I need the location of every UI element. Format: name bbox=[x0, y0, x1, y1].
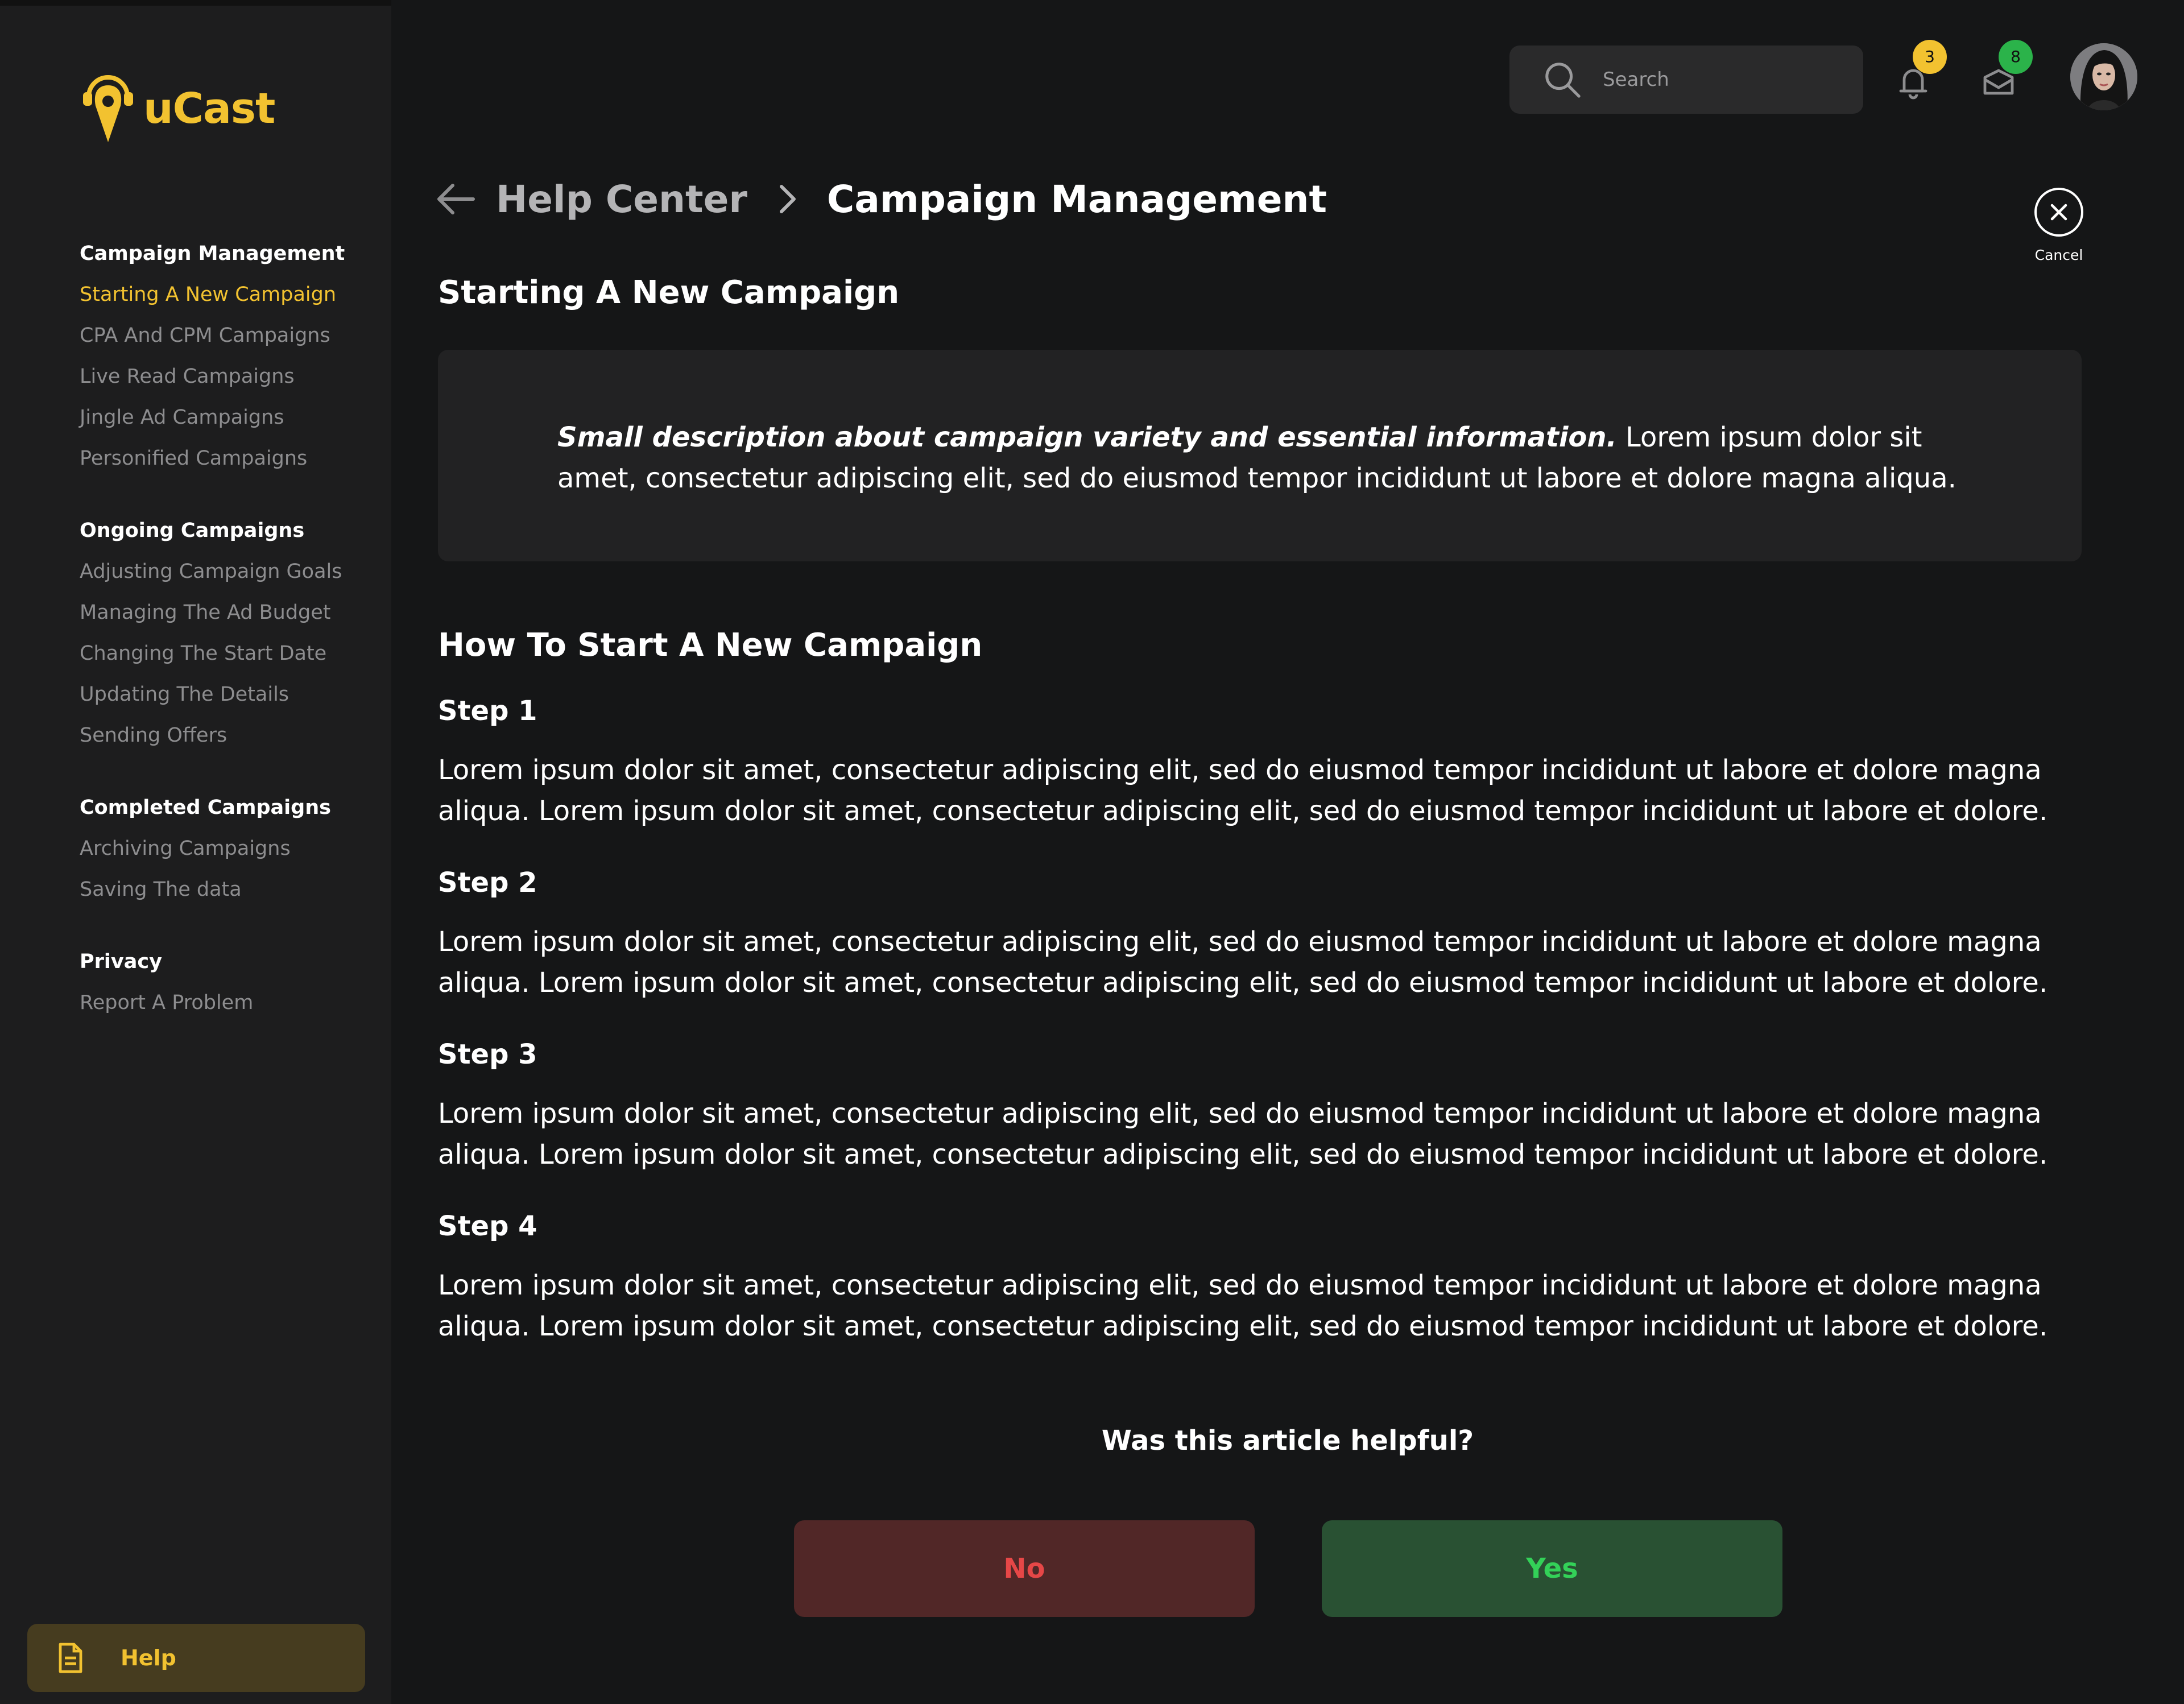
sidebar-item[interactable]: Starting A New Campaign bbox=[80, 274, 345, 315]
messages-badge: 8 bbox=[1999, 40, 2033, 74]
nav-group: Campaign Management Starting A New Campai… bbox=[80, 233, 345, 479]
notifications-badge: 3 bbox=[1913, 40, 1947, 74]
search-input[interactable]: Search bbox=[1603, 68, 1669, 91]
description-box: Small description about campaign variety… bbox=[438, 350, 2082, 561]
step-body: Lorem ipsum dolor sit amet, consectetur … bbox=[438, 926, 2048, 999]
avatar-portrait-icon bbox=[2070, 43, 2137, 110]
arrow-left-icon[interactable] bbox=[436, 182, 475, 216]
step-body: Lorem ipsum dolor sit amet, consectetur … bbox=[438, 1098, 2048, 1171]
nav-group: Ongoing Campaigns Adjusting Campaign Goal… bbox=[80, 510, 345, 756]
sidebar-item[interactable]: Archiving Campaigns bbox=[80, 828, 345, 869]
step-title: Step 2 bbox=[438, 867, 537, 899]
help-button[interactable]: Help bbox=[27, 1624, 365, 1692]
sidebar-item[interactable]: Updating The Details bbox=[80, 674, 345, 715]
sidebar-item[interactable]: Adjusting Campaign Goals bbox=[80, 551, 345, 592]
description-text: Small description about campaign variety… bbox=[557, 417, 1996, 499]
step-body: Lorem ipsum dolor sit amet, consectetur … bbox=[438, 754, 2048, 827]
nav-group: Completed Campaigns Archiving Campaigns Sa… bbox=[80, 787, 345, 910]
document-icon bbox=[59, 1643, 82, 1673]
cancel-label: Cancel bbox=[2034, 247, 2083, 263]
nav-group: Privacy Report A Problem bbox=[80, 941, 345, 1023]
nav-group-title: Ongoing Campaigns bbox=[80, 519, 305, 542]
podcast-pin-icon bbox=[83, 75, 133, 142]
search-icon bbox=[1545, 63, 1581, 98]
help-label: Help bbox=[121, 1645, 176, 1670]
chevron-right-icon bbox=[779, 185, 796, 213]
sidebar-item[interactable]: Live Read Campaigns bbox=[80, 356, 345, 397]
sidebar-nav: Campaign Management Starting A New Campai… bbox=[80, 233, 345, 1054]
breadcrumb-current: Campaign Management bbox=[826, 177, 1327, 221]
nav-group-title: Campaign Management bbox=[80, 242, 345, 265]
no-button[interactable]: No bbox=[794, 1520, 1255, 1617]
cancel-button[interactable]: Cancel bbox=[2030, 188, 2087, 263]
step-title: Step 4 bbox=[438, 1210, 537, 1242]
yes-button[interactable]: Yes bbox=[1322, 1520, 1782, 1617]
sidebar-item[interactable]: CPA And CPM Campaigns bbox=[80, 315, 345, 356]
description-strong: Small description about campaign variety… bbox=[557, 421, 1617, 453]
close-circle bbox=[2034, 188, 2083, 237]
sidebar-item[interactable]: Jingle Ad Campaigns bbox=[80, 397, 345, 438]
sidebar: uCast Campaign Management Starting A New … bbox=[0, 0, 391, 1704]
breadcrumb-help-center[interactable]: Help Center bbox=[496, 177, 747, 221]
nav-group-title: Completed Campaigns bbox=[80, 796, 331, 819]
nav-group-title: Privacy bbox=[80, 950, 162, 973]
feedback-question: Was this article helpful? bbox=[1101, 1425, 1474, 1457]
step-body: Lorem ipsum dolor sit amet, consectetur … bbox=[438, 1269, 2048, 1342]
sidebar-item[interactable]: Report A Problem bbox=[80, 982, 345, 1023]
sidebar-item[interactable]: Personified Campaigns bbox=[80, 438, 345, 479]
step-title: Step 1 bbox=[438, 695, 537, 727]
article-title: Starting A New Campaign bbox=[438, 274, 900, 311]
close-icon bbox=[2050, 204, 2067, 221]
app-name: uCast bbox=[143, 84, 275, 133]
sidebar-item[interactable]: Managing The Ad Budget bbox=[80, 592, 345, 633]
step-title: Step 3 bbox=[438, 1039, 537, 1070]
sidebar-item[interactable]: Sending Offers bbox=[80, 715, 345, 756]
user-avatar[interactable] bbox=[2070, 43, 2137, 110]
howto-title: How To Start A New Campaign bbox=[438, 627, 983, 664]
sidebar-item[interactable]: Changing The Start Date bbox=[80, 633, 345, 674]
breadcrumb: Help Center Campaign Management bbox=[436, 171, 1327, 228]
search-box[interactable]: Search bbox=[1509, 46, 1863, 114]
sidebar-item[interactable]: Saving The data bbox=[80, 869, 345, 910]
app-logo[interactable]: uCast bbox=[80, 72, 275, 146]
